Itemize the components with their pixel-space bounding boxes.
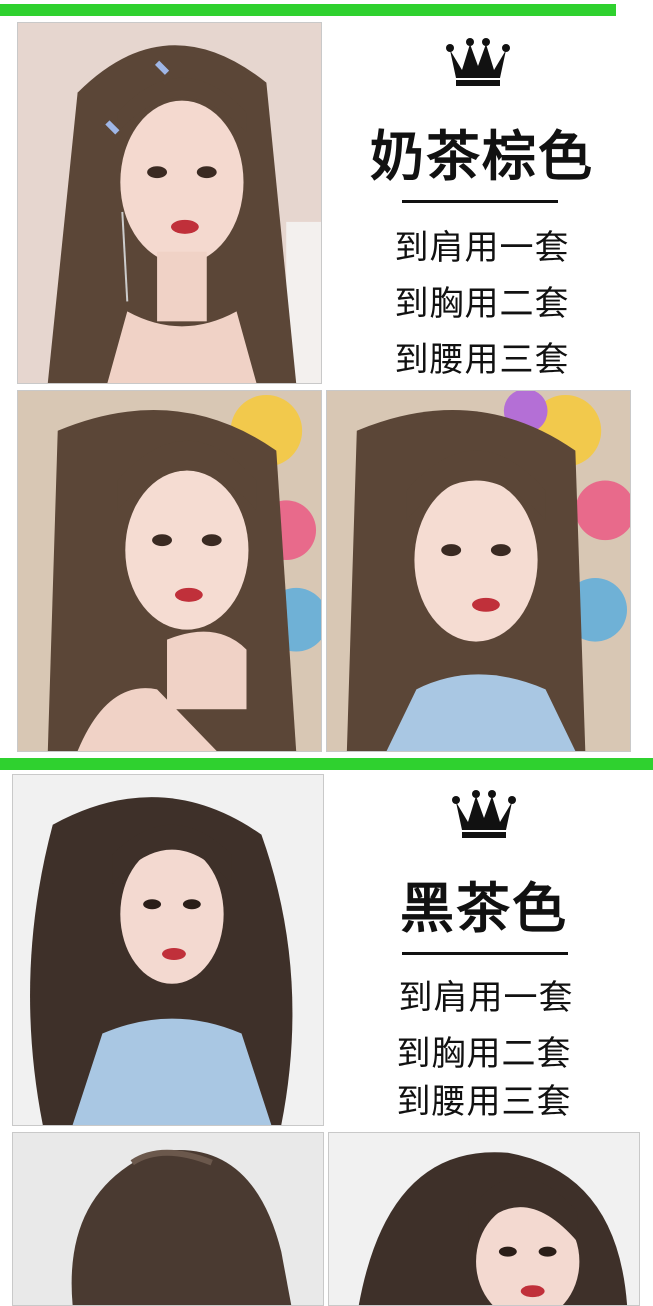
length-option-chest: 到胸用二套 bbox=[394, 284, 570, 324]
section-accent-bar bbox=[0, 758, 653, 770]
crown-icon bbox=[452, 790, 516, 838]
color-title: 黑茶色 bbox=[400, 877, 568, 940]
length-option-shoulder: 到肩用一套 bbox=[398, 978, 574, 1018]
top-accent-bar bbox=[0, 4, 616, 16]
length-option-waist: 到腰用三套 bbox=[396, 1082, 572, 1122]
model-photo-bangs-right bbox=[326, 390, 631, 752]
title-divider bbox=[402, 200, 558, 203]
model-photo-straight-hair bbox=[17, 22, 322, 384]
length-option-chest: 到胸用二套 bbox=[396, 1034, 572, 1074]
crown-icon bbox=[446, 38, 510, 86]
color-title: 奶茶棕色 bbox=[370, 125, 594, 188]
title-divider bbox=[402, 952, 568, 955]
length-option-waist: 到腰用三套 bbox=[394, 340, 570, 380]
length-option-shoulder: 到肩用一套 bbox=[394, 228, 570, 268]
model-photo-back-of-head bbox=[12, 1132, 324, 1306]
model-photo-wavy-hair bbox=[12, 774, 324, 1126]
model-photo-curly-hair bbox=[328, 1132, 640, 1306]
model-photo-bangs-left bbox=[17, 390, 322, 752]
